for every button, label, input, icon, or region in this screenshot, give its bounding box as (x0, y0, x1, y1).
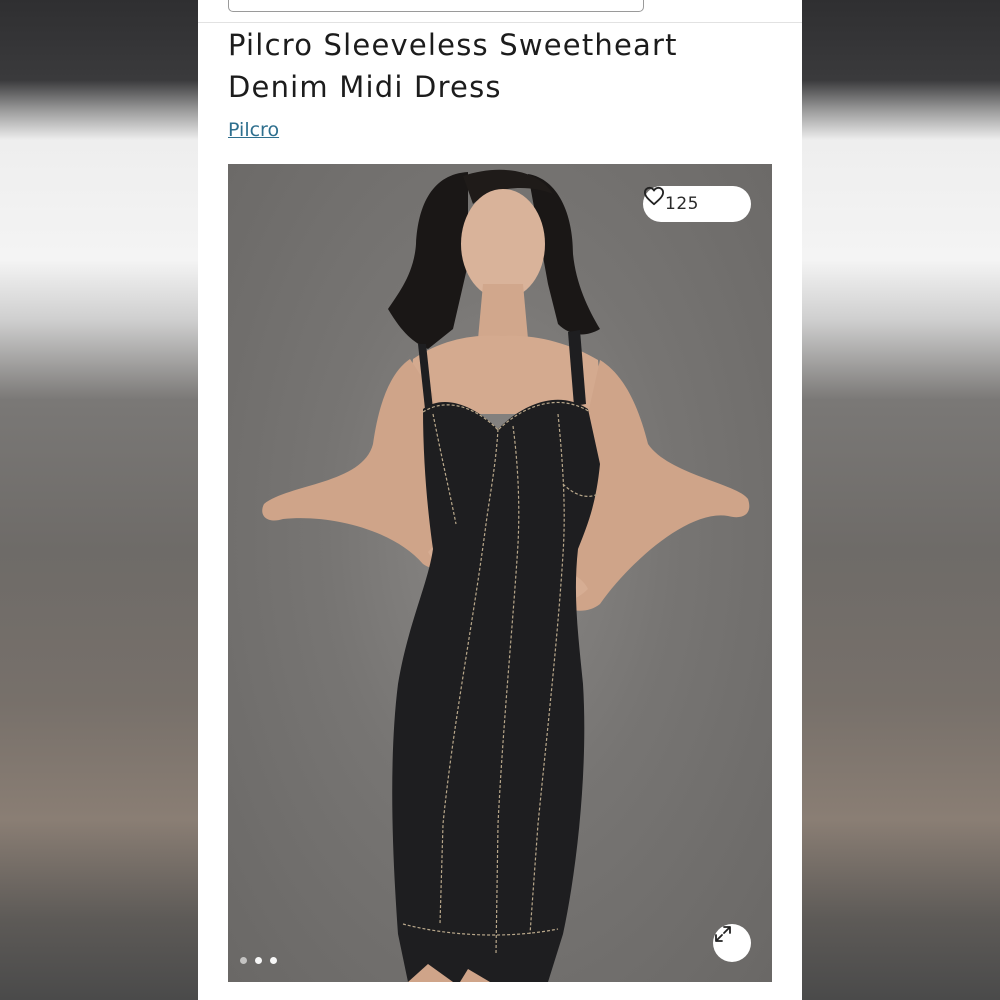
product-image[interactable]: 125 (228, 164, 772, 982)
slide-dot-1[interactable] (240, 957, 247, 964)
search-input[interactable] (228, 0, 644, 12)
brand-link[interactable]: Pilcro (228, 119, 279, 141)
model-face (461, 189, 545, 299)
product-page: Pilcro Sleeveless Sweetheart Denim Midi … (198, 0, 802, 1000)
slide-dot-2[interactable] (255, 957, 262, 964)
heart-icon (644, 186, 729, 214)
slide-dot-3[interactable] (270, 957, 277, 964)
like-count: 125 (665, 194, 699, 214)
product-title-line-1: Pilcro Sleeveless Sweetheart (228, 28, 678, 62)
header-divider (198, 22, 802, 23)
slide-indicator (240, 957, 277, 964)
product-title-line-2: Denim Midi Dress (228, 70, 502, 104)
blurred-background-left (0, 0, 198, 1000)
model-photo (262, 169, 750, 982)
like-button[interactable]: 125 (643, 186, 751, 222)
product-title: Pilcro Sleeveless Sweetheart Denim Midi … (228, 24, 768, 108)
expand-image-button[interactable] (713, 924, 751, 962)
blurred-background-right (802, 0, 1000, 1000)
